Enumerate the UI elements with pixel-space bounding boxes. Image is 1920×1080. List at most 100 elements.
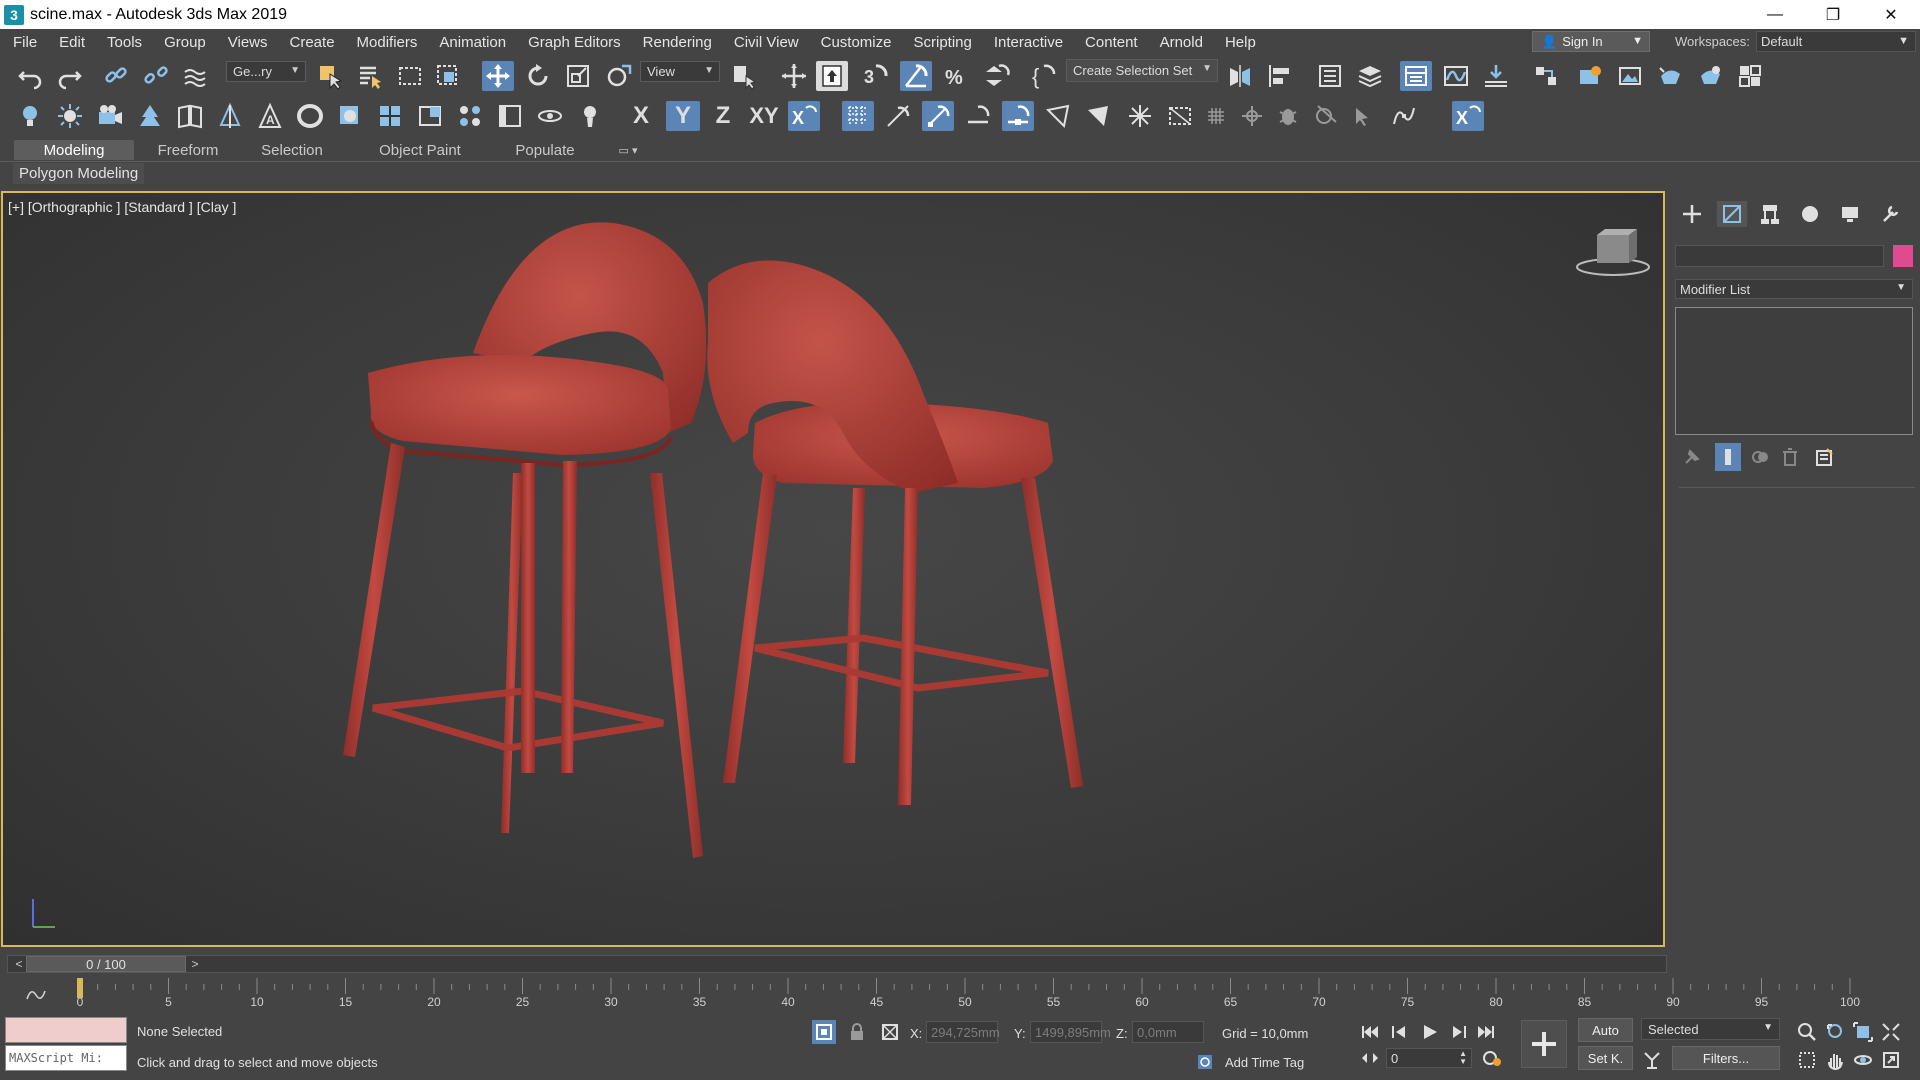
modify-tab-icon[interactable]	[1717, 201, 1747, 227]
orbit-icon[interactable]	[534, 101, 566, 131]
viewport-label[interactable]: [+] [Orthographic ] [Standard ] [Clay ]	[8, 199, 236, 215]
render-preset-icon[interactable]	[334, 101, 366, 131]
menu-tools[interactable]: Tools	[96, 34, 153, 51]
pivot-center-icon[interactable]	[728, 61, 760, 91]
tab-freeform[interactable]: Freeform	[138, 140, 238, 160]
next-frame-icon[interactable]	[1446, 1020, 1470, 1044]
orbit-view-icon[interactable]	[1851, 1048, 1875, 1072]
go-to-start-icon[interactable]	[1358, 1020, 1382, 1044]
toggle-ribbon-icon[interactable]	[1400, 61, 1432, 91]
time-configuration-icon[interactable]	[1480, 1046, 1504, 1070]
select-and-move-icon[interactable]	[482, 61, 514, 91]
snap-curve-icon[interactable]	[1388, 101, 1420, 131]
show-end-result-icon[interactable]	[1715, 443, 1741, 471]
tab-selection[interactable]: Selection	[242, 140, 342, 160]
tab-populate[interactable]: Populate	[495, 140, 595, 160]
previous-frame-icon[interactable]	[1388, 1020, 1412, 1044]
tab-modeling[interactable]: Modeling	[14, 140, 134, 160]
snap-tangent-icon[interactable]	[1310, 101, 1342, 131]
utilities-tab-icon[interactable]	[1875, 201, 1905, 227]
frame-icon[interactable]	[494, 101, 526, 131]
snap-bug-icon[interactable]	[1272, 101, 1304, 131]
menu-views[interactable]: Views	[217, 34, 279, 51]
maximize-button[interactable]: ❐	[1804, 0, 1862, 29]
track-bar[interactable]: 0 5 10 15 20 25 30 35 40 45 50 55 60 65 70 75 80 85 90 95 10…	[0, 978, 1920, 1010]
link-icon[interactable]	[100, 61, 132, 91]
snap-bbox-icon[interactable]	[1164, 101, 1196, 131]
filters-button[interactable]: Filters...	[1672, 1046, 1780, 1070]
menu-content[interactable]: Content	[1074, 34, 1149, 51]
object-color-swatch[interactable]	[1893, 245, 1913, 267]
remove-modifier-icon[interactable]	[1777, 443, 1803, 471]
snap-midpoint-icon[interactable]	[1002, 101, 1034, 131]
menu-interactive[interactable]: Interactive	[983, 34, 1074, 51]
select-manipulate-icon[interactable]	[778, 61, 810, 91]
rendered-frame-window-icon[interactable]	[1614, 61, 1646, 91]
curve-editor-icon[interactable]	[1440, 61, 1472, 91]
time-slider-next-button[interactable]: >	[186, 956, 204, 972]
selection-filter-dropdown[interactable]: Ge...ry ▼	[226, 61, 306, 82]
go-to-end-icon[interactable]	[1474, 1020, 1498, 1044]
menu-rendering[interactable]: Rendering	[632, 34, 723, 51]
snap-pivot-icon[interactable]	[1236, 101, 1268, 131]
grid-helper-icon[interactable]	[374, 101, 406, 131]
snap-cursor-icon[interactable]	[1348, 101, 1380, 131]
rectangular-selection-icon[interactable]	[394, 61, 426, 91]
create-selection-set-dropdown[interactable]: Create Selection Set ▼	[1066, 59, 1218, 82]
configure-modifier-sets-icon[interactable]	[1811, 443, 1837, 471]
keyboard-shortcut-override-icon[interactable]	[816, 61, 848, 91]
axis-z-button[interactable]: Z	[706, 101, 740, 131]
menu-animation[interactable]: Animation	[428, 34, 517, 51]
undo-icon[interactable]	[14, 61, 46, 91]
field-of-view-icon[interactable]	[1795, 1048, 1819, 1072]
zoom-extents-icon[interactable]	[1851, 1020, 1875, 1044]
menu-help[interactable]: Help	[1214, 34, 1267, 51]
zoom-icon[interactable]	[1795, 1020, 1819, 1044]
mini-curve-editor-icon[interactable]	[24, 982, 48, 1006]
menu-modifiers[interactable]: Modifiers	[346, 34, 429, 51]
tree-icon[interactable]	[214, 101, 246, 131]
snap-options-icon[interactable]	[1124, 101, 1156, 131]
time-slider-track[interactable]	[7, 955, 1667, 973]
unlink-icon[interactable]	[140, 61, 172, 91]
angle-snap-icon[interactable]	[900, 61, 932, 91]
foliage-icon[interactable]	[134, 101, 166, 131]
x-coord-field[interactable]: 294,725mm	[926, 1021, 1000, 1043]
z-coord-field[interactable]: 0,0mm	[1132, 1021, 1204, 1043]
menu-graph-editors[interactable]: Graph Editors	[517, 34, 632, 51]
menu-civil-view[interactable]: Civil View	[723, 34, 810, 51]
time-slider-thumb[interactable]: 0 / 100	[26, 956, 186, 972]
schematic-view-icon[interactable]	[1480, 61, 1512, 91]
layer-explorer-icon[interactable]	[1354, 61, 1386, 91]
spinner-snap-icon[interactable]	[980, 61, 1012, 91]
maximize-viewport-icon[interactable]	[1879, 1048, 1903, 1072]
axis-constraint-icon[interactable]: X	[788, 101, 820, 131]
grid-snap-icon[interactable]	[842, 101, 874, 131]
axis-x-button[interactable]: X	[624, 101, 658, 131]
set-key-plus-icon[interactable]	[1521, 1020, 1567, 1068]
display-tab-icon[interactable]	[1835, 201, 1865, 227]
light-probe-icon[interactable]	[574, 101, 606, 131]
time-tag-icon[interactable]	[1193, 1050, 1217, 1074]
torus-icon[interactable]	[294, 101, 326, 131]
menu-edit[interactable]: Edit	[48, 34, 96, 51]
select-object-icon[interactable]	[314, 61, 346, 91]
window-crossing-icon[interactable]	[432, 61, 464, 91]
reference-coordinate-dropdown[interactable]: View ▼	[640, 61, 720, 82]
select-by-name-icon[interactable]	[354, 61, 386, 91]
make-unique-icon[interactable]	[1747, 443, 1773, 471]
zoom-all-icon[interactable]	[1823, 1020, 1847, 1044]
sun-icon[interactable]	[54, 101, 86, 131]
polygon-modeling-panel[interactable]: Polygon Modeling	[13, 163, 145, 184]
menu-group[interactable]: Group	[153, 34, 217, 51]
snap-grid-points-icon[interactable]	[1200, 101, 1232, 131]
menu-create[interactable]: Create	[279, 34, 346, 51]
sign-in-dropdown[interactable]: 👤 Sign In ▼	[1532, 31, 1650, 52]
modifier-list-dropdown[interactable]: Modifier List ▼	[1675, 279, 1913, 299]
key-selection-dropdown[interactable]: Selected ▼	[1641, 1018, 1780, 1040]
render-in-cloud-icon[interactable]	[1694, 61, 1726, 91]
pin-stack-icon[interactable]	[1679, 443, 1705, 471]
viewport-perspective[interactable]: [+] [Orthographic ] [Standard ] [Clay ]	[1, 191, 1665, 947]
y-coord-field[interactable]: 1499,895mm	[1030, 1021, 1111, 1043]
minimize-button[interactable]: —	[1746, 0, 1804, 29]
